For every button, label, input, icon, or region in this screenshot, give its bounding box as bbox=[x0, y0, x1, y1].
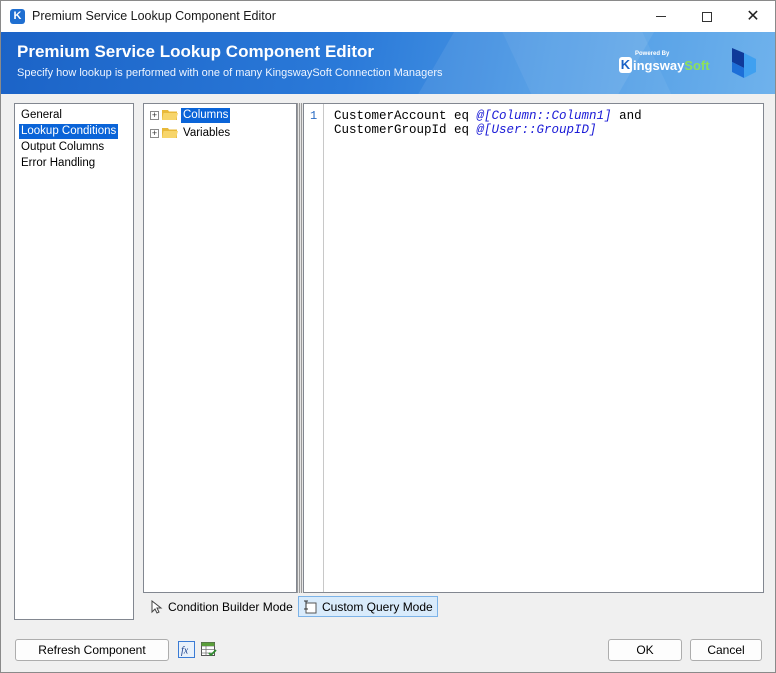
svg-text:fx: fx bbox=[181, 646, 189, 657]
tree-node-columns[interactable]: + Columns bbox=[150, 107, 231, 123]
close-button[interactable]: ✕ bbox=[730, 1, 776, 32]
custom-query-mode-label: Custom Query Mode bbox=[322, 599, 433, 614]
expression-fx-icon[interactable]: fx bbox=[178, 641, 195, 658]
maximize-icon bbox=[702, 11, 712, 22]
text-cursor-icon bbox=[304, 600, 317, 613]
tree-node-variables[interactable]: + Variables bbox=[150, 125, 232, 141]
tree-label-columns[interactable]: Columns bbox=[181, 107, 231, 123]
ok-button[interactable]: OK bbox=[608, 639, 682, 661]
line-number-gutter: 1 bbox=[304, 104, 324, 592]
banner-title: Premium Service Lookup Component Editor bbox=[17, 42, 375, 61]
query-text[interactable]: CustomerAccount eq @[Column::Column1] an… bbox=[334, 109, 642, 137]
kingswaysoft-logo: Powered By K ingswaySoft bbox=[619, 51, 710, 73]
sidebar-item-error-handling[interactable]: Error Handling bbox=[19, 156, 97, 171]
minimize-icon bbox=[656, 16, 666, 17]
refresh-component-button[interactable]: Refresh Component bbox=[15, 639, 169, 661]
minimize-button[interactable] bbox=[638, 1, 684, 32]
sidebar-item-output-columns[interactable]: Output Columns bbox=[19, 140, 106, 155]
maximize-button[interactable] bbox=[684, 1, 730, 32]
banner-subtitle: Specify how lookup is performed with one… bbox=[17, 67, 443, 79]
condition-builder-mode-label: Condition Builder Mode bbox=[168, 599, 293, 614]
query-editor[interactable]: 1 CustomerAccount eq @[Column::Column1] … bbox=[303, 103, 764, 593]
expand-icon[interactable]: + bbox=[150, 110, 159, 120]
line-number: 1 bbox=[310, 109, 318, 123]
window-title: Premium Service Lookup Component Editor bbox=[32, 9, 276, 23]
sidebar-item-lookup-conditions[interactable]: Lookup Conditions bbox=[19, 124, 119, 139]
dynamics-365-logo-icon bbox=[732, 48, 756, 78]
custom-query-mode-tab[interactable]: Custom Query Mode bbox=[298, 596, 438, 617]
title-bar: K Premium Service Lookup Component Edito… bbox=[1, 1, 775, 32]
sidebar-item-general[interactable]: General bbox=[19, 108, 64, 123]
cancel-button[interactable]: Cancel bbox=[690, 639, 762, 661]
expand-icon[interactable]: + bbox=[150, 128, 159, 138]
header-banner: Premium Service Lookup Component Editor … bbox=[1, 32, 775, 94]
folder-icon bbox=[162, 128, 178, 138]
editor-window: K Premium Service Lookup Component Edito… bbox=[0, 0, 776, 673]
condition-builder-mode-tab[interactable]: Condition Builder Mode bbox=[145, 596, 297, 617]
close-icon: ✕ bbox=[746, 7, 760, 25]
tree-label-variables[interactable]: Variables bbox=[181, 126, 232, 141]
columns-variables-tree: + Columns + Variables bbox=[143, 103, 297, 593]
sidebar-nav: General Lookup Conditions Output Columns… bbox=[14, 103, 134, 620]
table-check-icon[interactable] bbox=[200, 641, 217, 658]
kingswaysoft-app-icon: K bbox=[10, 9, 25, 24]
pointer-icon bbox=[151, 599, 163, 614]
folder-icon bbox=[162, 110, 178, 120]
